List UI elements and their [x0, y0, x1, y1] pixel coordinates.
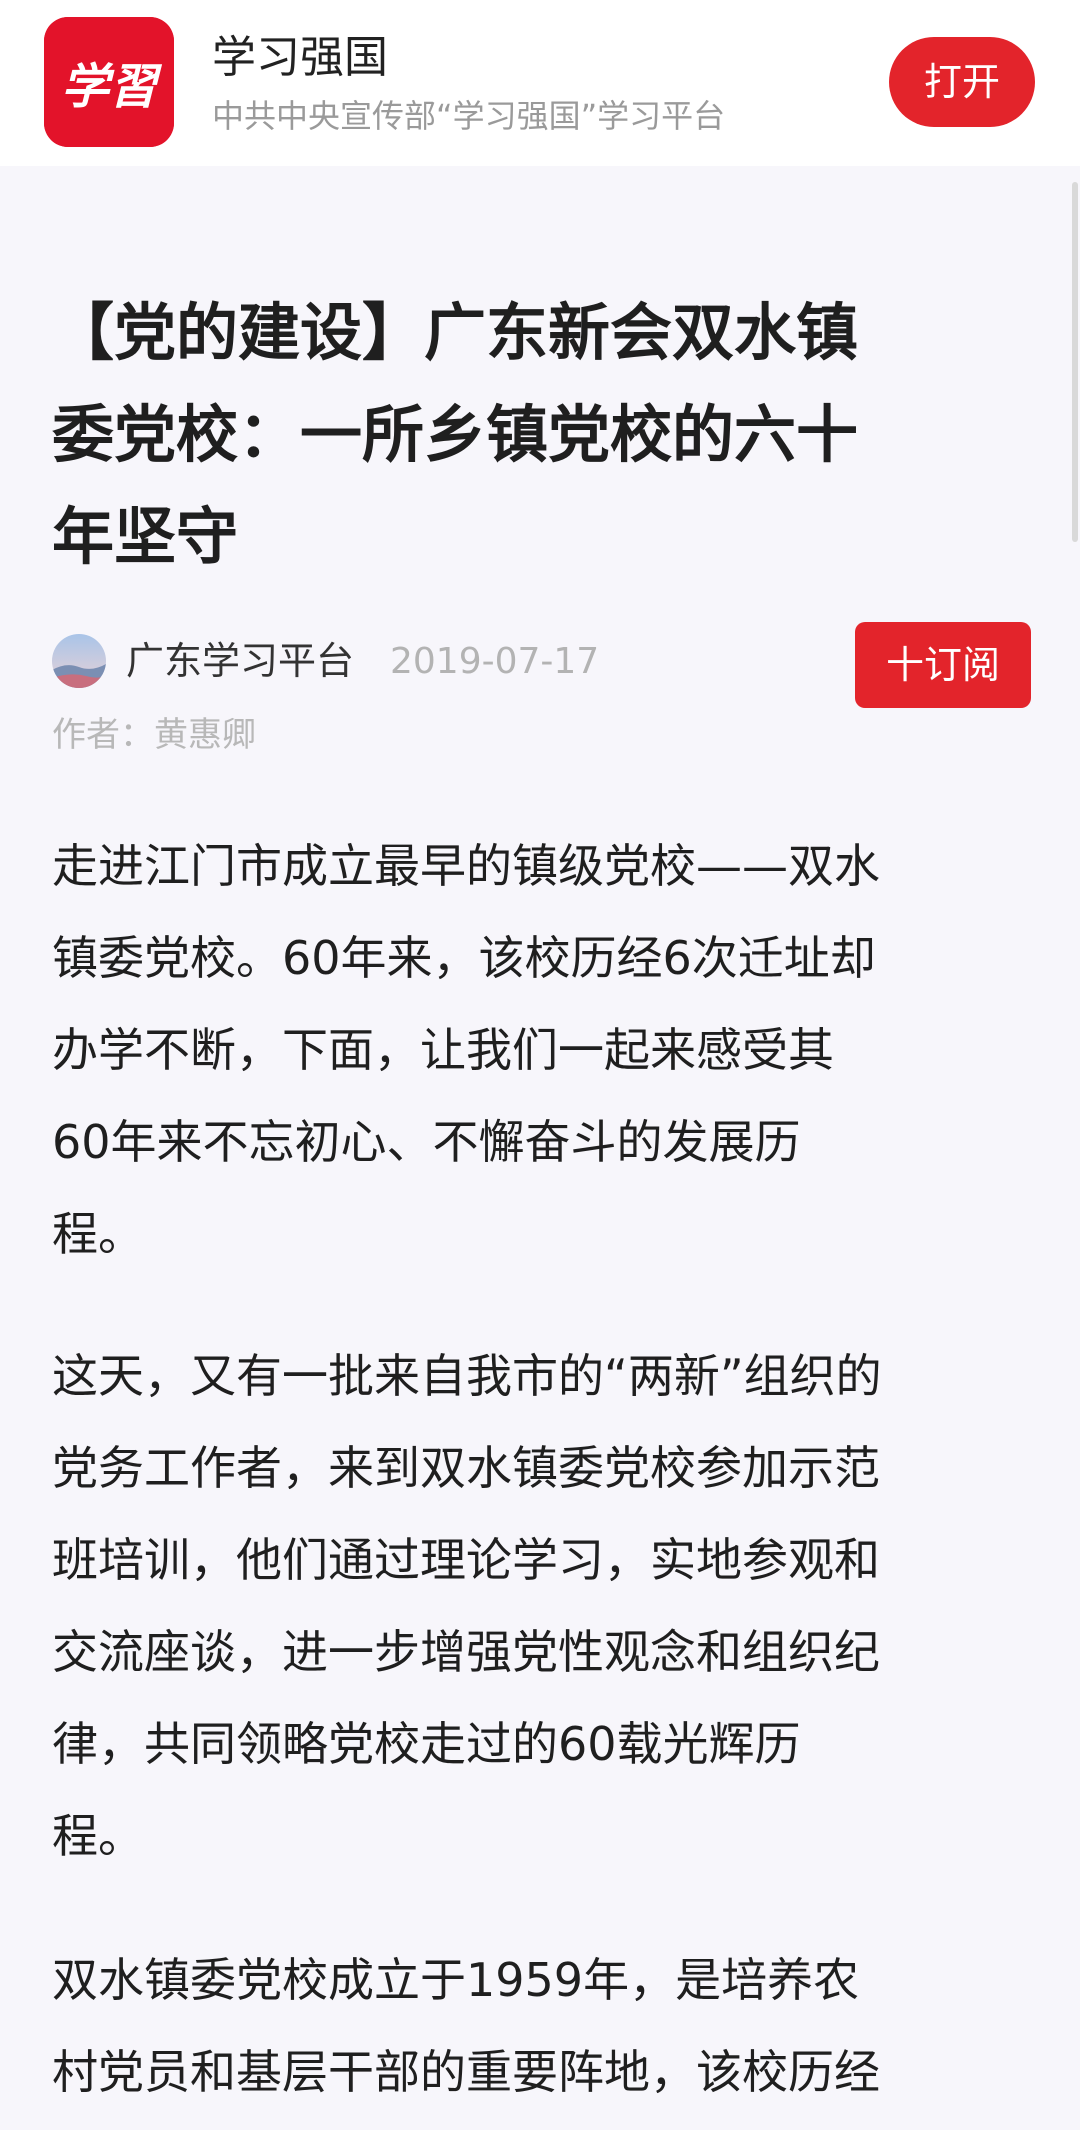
- paragraph-line: 班培训，他们通过理论学习，实地参观和: [52, 1533, 880, 1587]
- paragraph-line: 走进江门市成立最早的镇级党校——双水: [52, 839, 880, 893]
- title-line: 年坚守: [52, 500, 239, 573]
- channel-avatar[interactable]: [52, 634, 106, 688]
- article-meta: 广东学习平台 2019-07-17 十订阅: [52, 622, 1032, 716]
- app-description: 中共中央宣传部“学习强国”学习平台: [212, 97, 726, 135]
- article-paragraph: 走进江门市成立最早的镇级党校——双水 镇委党校。60年来，该校历经6次迁址却 办…: [52, 820, 1052, 1280]
- article-paragraph: 这天，又有一批来自我市的“两新”组织的 党务工作者，来到双水镇委党校参加示范 班…: [52, 1330, 1052, 1882]
- paragraph-line: 这天，又有一批来自我市的“两新”组织的: [52, 1349, 882, 1403]
- paragraph-line: 律，共同领略党校走过的60载光辉历: [52, 1717, 801, 1771]
- open-app-button[interactable]: 打开: [889, 37, 1035, 127]
- article-paragraph: 双水镇委党校成立于1959年，是培养农 村党员和基层干部的重要阵地，该校历经: [52, 1934, 1052, 2118]
- paragraph-line: 交流座谈，进一步增强党性观念和组织纪: [52, 1625, 880, 1679]
- app-name: 学习强国: [212, 32, 388, 83]
- paragraph-line: 办学不断，下面，让我们一起来感受其: [52, 1023, 834, 1077]
- paragraph-line: 双水镇委党校成立于1959年，是培养农: [52, 1953, 860, 2007]
- article-title: 【党的建设】广东新会双水镇 委党校：一所乡镇党校的六十 年坚守: [52, 282, 1052, 588]
- publish-date: 2019-07-17: [390, 641, 600, 682]
- paragraph-line: 村党员和基层干部的重要阵地，该校历经: [52, 2045, 880, 2099]
- paragraph-line: 镇委党校。60年来，该校历经6次迁址却: [52, 931, 876, 985]
- title-line: 【党的建设】广东新会双水镇: [52, 296, 859, 369]
- title-line: 委党校：一所乡镇党校的六十: [52, 398, 859, 471]
- app-download-banner: 学習 学习强国 中共中央宣传部“学习强国”学习平台 打开: [0, 0, 1080, 166]
- paragraph-line: 60年来不忘初心、不懈奋斗的发展历: [52, 1115, 801, 1169]
- logo-text: 学習: [61, 59, 163, 115]
- scrollbar[interactable]: [1072, 182, 1078, 542]
- paragraph-line: 程。: [52, 1207, 144, 1261]
- author-line: 作者：黄惠卿: [52, 715, 256, 755]
- channel-name[interactable]: 广东学习平台: [126, 636, 354, 686]
- subscribe-button[interactable]: 十订阅: [855, 622, 1031, 708]
- paragraph-line: 党务工作者，来到双水镇委党校参加示范: [52, 1441, 880, 1495]
- xuexi-logo-icon[interactable]: 学習: [44, 17, 174, 147]
- paragraph-line: 程。: [52, 1809, 144, 1863]
